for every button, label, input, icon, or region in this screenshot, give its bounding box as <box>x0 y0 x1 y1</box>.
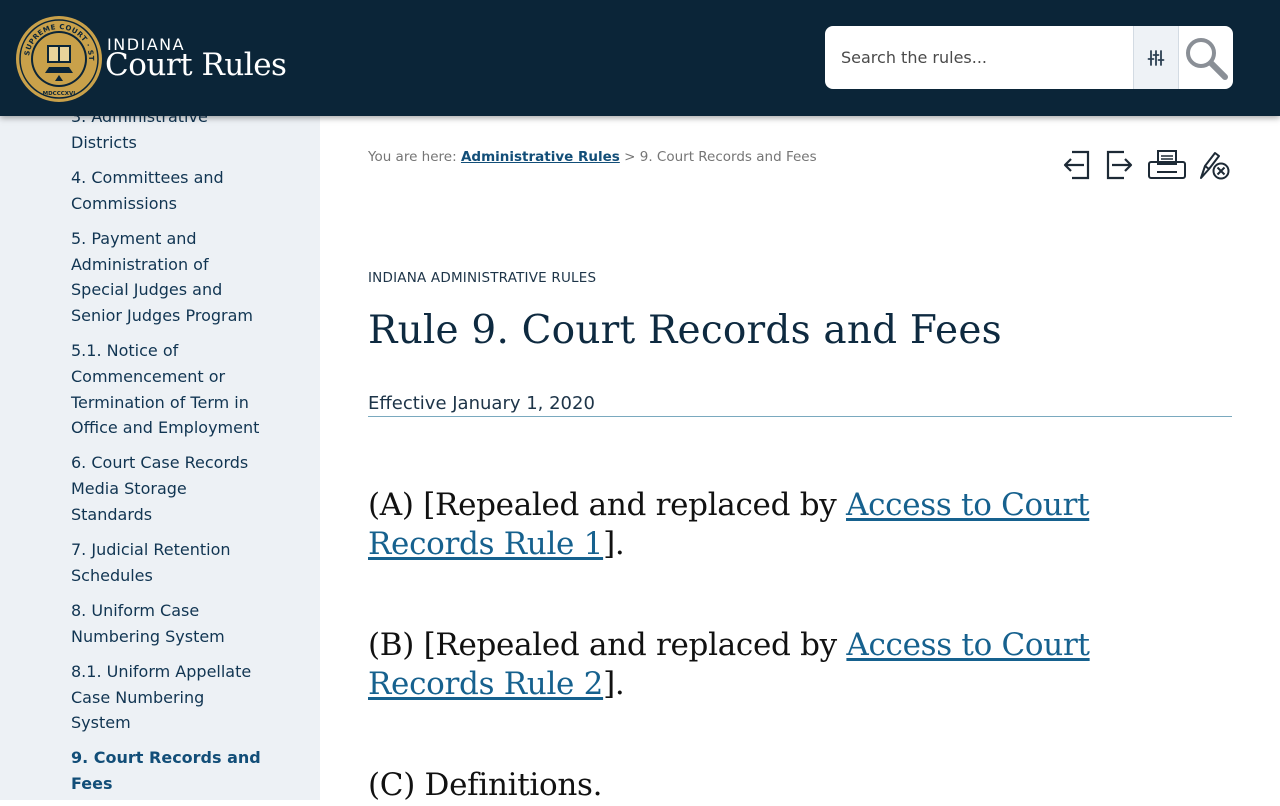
page-title: Rule 9. Court Records and Fees <box>368 308 1002 353</box>
paragraph-suffix: ]. <box>603 525 625 562</box>
rule-paragraph-a: (A) [Repealed and replaced by Access to … <box>368 486 1168 563</box>
breadcrumb-current: 9. Court Records and Fees <box>639 149 817 165</box>
rules-sidebar: 3. Administrative Districts 4. Committee… <box>0 0 320 800</box>
rule-paragraph-c: (C) Definitions. <box>368 766 1168 805</box>
sidebar-item-rule-7[interactable]: 7. Judicial Retention Schedules <box>71 537 266 588</box>
rules-nav: 3. Administrative Districts 4. Committee… <box>71 104 266 806</box>
sidebar-item-rule-5[interactable]: 5. Payment and Administration of Special… <box>71 226 266 329</box>
print-icon <box>1148 150 1186 179</box>
court-seal-logo[interactable]: SUPREME COURT · STATE OF INDIANA MDCCCXV… <box>15 15 103 103</box>
search-input[interactable] <box>825 26 1125 89</box>
sidebar-item-rule-6[interactable]: 6. Court Case Records Media Storage Stan… <box>71 450 266 527</box>
previous-rule-icon <box>1063 150 1090 180</box>
search-bar <box>825 26 1233 89</box>
search-button[interactable] <box>1178 26 1233 89</box>
brand-title[interactable]: Court Rules <box>105 47 287 83</box>
breadcrumb-prefix: You are here: <box>368 149 457 165</box>
sidebar-item-rule-5-1[interactable]: 5.1. Notice of Commencement or Terminati… <box>71 338 266 441</box>
rule-set-label: INDIANA ADMINISTRATIVE RULES <box>368 270 597 286</box>
clear-highlights-button[interactable] <box>1196 146 1232 184</box>
clear-highlights-icon <box>1200 152 1230 180</box>
breadcrumb-link-administrative-rules[interactable]: Administrative Rules <box>461 149 620 165</box>
sliders-icon <box>1147 49 1165 66</box>
svg-text:MDCCCXVI: MDCCCXVI <box>43 91 76 97</box>
breadcrumb-separator: > <box>624 149 636 165</box>
sidebar-item-rule-4[interactable]: 4. Committees and Commissions <box>71 165 266 216</box>
search-filter-button[interactable] <box>1133 26 1179 89</box>
sidebar-item-rule-8-1[interactable]: 8.1. Uniform Appellate Case Numbering Sy… <box>71 659 266 736</box>
next-rule-icon <box>1106 150 1133 180</box>
paragraph-suffix: ]. <box>603 665 625 702</box>
paragraph-text: (C) Definitions. <box>368 767 603 803</box>
rule-paragraph-b: (B) [Repealed and replaced by Access to … <box>368 626 1168 703</box>
site-header: SUPREME COURT · STATE OF INDIANA MDCCCXV… <box>0 0 1280 116</box>
next-rule-button[interactable] <box>1102 146 1138 184</box>
previous-rule-button[interactable] <box>1058 146 1094 184</box>
print-button[interactable] <box>1146 146 1188 184</box>
search-icon <box>1185 37 1228 80</box>
paragraph-text: (B) [Repealed and replaced by <box>368 627 847 663</box>
sidebar-item-rule-9[interactable]: 9. Court Records and Fees <box>71 745 266 796</box>
breadcrumb: You are here: Administrative Rules > 9. … <box>368 149 817 165</box>
effective-date: Effective January 1, 2020 <box>368 393 1232 417</box>
rule-toolbar <box>1058 146 1233 186</box>
paragraph-text: (A) [Repealed and replaced by <box>368 487 847 523</box>
sidebar-item-rule-8[interactable]: 8. Uniform Case Numbering System <box>71 598 266 649</box>
